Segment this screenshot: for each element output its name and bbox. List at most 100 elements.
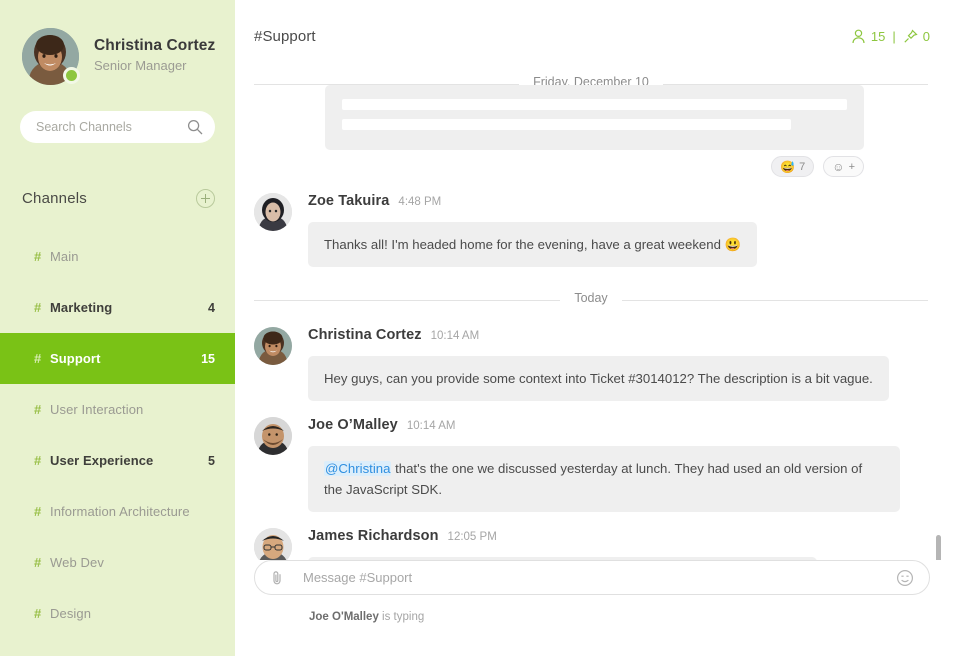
message-body: Joe O’Malley 10:14 AM @Christina that's … [308, 417, 930, 512]
avatar-image [254, 327, 292, 365]
scrollbar-thumb[interactable] [936, 535, 941, 560]
hash-icon: # [34, 249, 50, 264]
message-item: Joe O’Malley 10:14 AM @Christina that's … [254, 417, 930, 512]
message-header: Zoe Takuira 4:48 PM [308, 193, 930, 213]
message-body: Christina Cortez 10:14 AM Hey guys, can … [308, 327, 930, 401]
channel-name: Web Dev [50, 555, 215, 570]
skeleton-line [342, 99, 847, 110]
composer-area: Message #Support Joe O'Malley is typing [235, 560, 960, 656]
message-text: Thanks all! I'm headed home for the even… [308, 222, 757, 267]
avatar[interactable] [254, 528, 292, 560]
channel-name: Support [50, 351, 201, 366]
unread-badge: 4 [208, 301, 215, 315]
add-reaction-button[interactable]: ☺ + [823, 156, 864, 177]
profile-text: Christina Cortez Senior Manager [94, 36, 215, 77]
message-text: @Joe @Christina make sure you keep #sale… [308, 557, 817, 560]
topbar-stats: 15 | 0 [851, 29, 930, 44]
message-header: Joe O’Malley 10:14 AM [308, 417, 930, 437]
skeleton-line [342, 119, 791, 130]
message-text-body: that's the one we discussed yesterday at… [324, 461, 862, 497]
stats-separator: | [892, 29, 895, 44]
hash-icon: # [34, 300, 50, 315]
pins-count: 0 [923, 29, 930, 44]
hash-icon: # [34, 555, 50, 570]
plus-circle-icon[interactable] [196, 189, 215, 208]
pin-icon[interactable] [903, 29, 918, 44]
chat-topbar: #Support 15 | 0 [235, 0, 960, 73]
message-timestamp: 10:14 AM [431, 330, 480, 342]
loading-message-placeholder [254, 99, 930, 150]
typing-suffix: is typing [379, 611, 424, 623]
channel-list: #Main#Marketing4#Support15#User Interact… [0, 231, 235, 639]
joy-emoji-icon: 😅 [780, 161, 795, 173]
search-placeholder: Search Channels [36, 120, 187, 134]
page-title: #Support [254, 28, 316, 45]
channels-header: Channels [0, 187, 235, 209]
reaction-count: 7 [799, 161, 805, 173]
online-status-indicator [63, 67, 80, 84]
sidebar-item-user-interaction[interactable]: #User Interaction [0, 384, 235, 435]
message-timestamp: 12:05 PM [448, 531, 497, 543]
message-timestamp: 10:14 AM [407, 420, 456, 432]
paperclip-icon[interactable] [269, 570, 285, 586]
sidebar-item-design[interactable]: #Design [0, 588, 235, 639]
hash-icon: # [34, 504, 50, 519]
message-text: Hey guys, can you provide some context i… [308, 356, 889, 401]
members-count: 15 [871, 29, 885, 44]
skeleton-spacer [254, 99, 325, 150]
date-divider-label: Today [560, 291, 621, 305]
unread-badge: 5 [208, 454, 215, 468]
chat-main: #Support 15 | 0 [235, 0, 960, 656]
avatar-image [254, 417, 292, 455]
channel-name: Design [50, 606, 215, 621]
typing-user: Joe O'Malley [309, 611, 379, 623]
typing-indicator: Joe O'Malley is typing [309, 611, 930, 623]
mention-link[interactable]: @Christina [324, 461, 391, 476]
sidebar: Christina Cortez Senior Manager Search C… [0, 0, 235, 656]
message-item: Zoe Takuira 4:48 PM Thanks all! I'm head… [254, 193, 930, 267]
smiley-icon[interactable] [896, 569, 914, 587]
channels-title: Channels [22, 190, 87, 207]
message-body: Zoe Takuira 4:48 PM Thanks all! I'm head… [308, 193, 930, 267]
search-channels-input[interactable]: Search Channels [20, 111, 215, 143]
user-profile[interactable]: Christina Cortez Senior Manager [0, 0, 235, 85]
person-icon[interactable] [851, 29, 866, 44]
message-author: Zoe Takuira [308, 193, 389, 209]
unread-badge: 15 [201, 352, 215, 366]
sidebar-item-information-architecture[interactable]: #Information Architecture [0, 486, 235, 537]
channel-name: Marketing [50, 300, 208, 315]
skeleton-bubble [325, 85, 864, 150]
message-author: Christina Cortez [308, 327, 422, 343]
add-reaction-plus: + [849, 161, 855, 173]
sidebar-item-support[interactable]: #Support15 [0, 333, 235, 384]
message-author: James Richardson [308, 528, 439, 544]
message-input-placeholder[interactable]: Message #Support [285, 570, 896, 585]
sidebar-item-user-experience[interactable]: #User Experience5 [0, 435, 235, 486]
chat-app: Christina Cortez Senior Manager Search C… [0, 0, 960, 656]
avatar-wrapper [22, 28, 79, 85]
message-input[interactable]: Message #Support [254, 560, 930, 595]
channel-name: Main [50, 249, 215, 264]
message-item: James Richardson 12:05 PM @Joe @Christin… [254, 528, 930, 560]
avatar-image [254, 193, 292, 231]
avatar[interactable] [254, 327, 292, 365]
avatar[interactable] [254, 193, 292, 231]
message-body: James Richardson 12:05 PM @Joe @Christin… [308, 528, 930, 560]
search-icon[interactable] [187, 119, 203, 135]
hash-icon: # [34, 351, 50, 366]
hash-icon: # [34, 402, 50, 417]
profile-role: Senior Manager [94, 57, 215, 75]
sidebar-item-web-dev[interactable]: #Web Dev [0, 537, 235, 588]
message-item: Christina Cortez 10:14 AM Hey guys, can … [254, 327, 930, 401]
reaction-pill[interactable]: 😅 7 [771, 156, 814, 177]
channel-name: User Experience [50, 453, 208, 468]
message-scroll-area[interactable]: Friday, December 10 😅 7 ☺ + [235, 73, 960, 560]
message-text: @Christina that's the one we discussed y… [308, 446, 900, 512]
sidebar-item-marketing[interactable]: #Marketing4 [0, 282, 235, 333]
avatar[interactable] [254, 417, 292, 455]
sidebar-item-main[interactable]: #Main [0, 231, 235, 282]
message-timestamp: 4:48 PM [398, 196, 441, 208]
message-author: Joe O’Malley [308, 417, 398, 433]
hash-icon: # [34, 453, 50, 468]
reactions-row: 😅 7 ☺ + [254, 156, 864, 177]
